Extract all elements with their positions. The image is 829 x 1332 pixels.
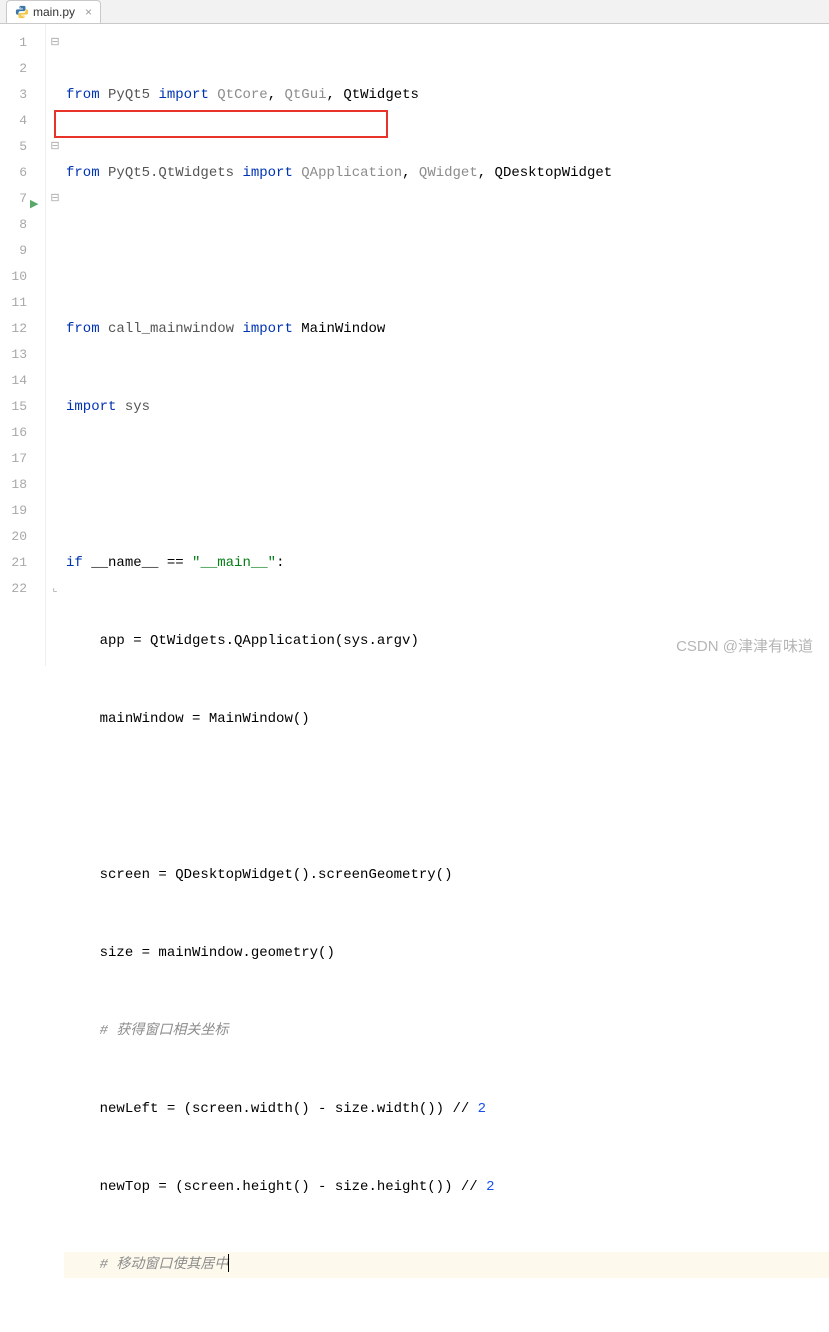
fold-column: ⊟ ⊟ ⊟ ⌞ [46, 24, 64, 666]
line-number: 17 [0, 446, 27, 472]
file-tab[interactable]: main.py × [6, 0, 101, 23]
code-line[interactable]: size = mainWindow.geometry() [64, 940, 829, 966]
code-line[interactable]: # 获得窗口相关坐标 [64, 1018, 829, 1044]
line-number: 18 [0, 472, 27, 498]
code-editor[interactable]: 1 2 3 4 5 6 7▶ 8 9 10 11 12 13 14 15 16 … [0, 24, 829, 666]
line-number: 15 [0, 394, 27, 420]
line-number: 5 [0, 134, 27, 160]
line-number: 19 [0, 498, 27, 524]
code-line[interactable]: screen = QDesktopWidget().screenGeometry… [64, 862, 829, 888]
line-number-gutter: 1 2 3 4 5 6 7▶ 8 9 10 11 12 13 14 15 16 … [0, 24, 46, 666]
code-area[interactable]: from PyQt5 import QtCore, QtGui, QtWidge… [64, 24, 829, 666]
line-number: 16 [0, 420, 27, 446]
fold-marker[interactable]: ⊟ [46, 134, 64, 160]
code-line[interactable]: from call_mainwindow import MainWindow [64, 316, 829, 342]
line-number: 6 [0, 160, 27, 186]
line-number: 2 [0, 56, 27, 82]
code-line[interactable]: if __name__ == "__main__": [64, 550, 829, 576]
tab-filename: main.py [33, 5, 75, 19]
python-file-icon [15, 5, 29, 19]
code-line-current[interactable]: # 移动窗口使其居中 [64, 1252, 829, 1278]
line-number: 14 [0, 368, 27, 394]
code-line[interactable] [64, 784, 829, 810]
code-line[interactable] [64, 238, 829, 264]
fold-end-marker[interactable]: ⌞ [46, 576, 64, 602]
fold-marker[interactable]: ⊟ [46, 30, 64, 56]
code-line[interactable]: newLeft = (screen.width() - size.width()… [64, 1096, 829, 1122]
code-line[interactable]: from PyQt5 import QtCore, QtGui, QtWidge… [64, 82, 829, 108]
code-line[interactable]: from PyQt5.QtWidgets import QApplication… [64, 160, 829, 186]
tab-bar: main.py × [0, 0, 829, 24]
code-line[interactable] [64, 472, 829, 498]
line-number: 9 [0, 238, 27, 264]
code-line[interactable]: mainWindow = MainWindow() [64, 706, 829, 732]
line-number: 4 [0, 108, 27, 134]
line-number: 21 [0, 550, 27, 576]
line-number: 11 [0, 290, 27, 316]
code-line[interactable]: newTop = (screen.height() - size.height(… [64, 1174, 829, 1200]
line-number: 13 [0, 342, 27, 368]
line-number: 1 [0, 30, 27, 56]
line-number: 10 [0, 264, 27, 290]
line-number: 12 [0, 316, 27, 342]
run-gutter-icon[interactable]: ▶ [30, 192, 38, 218]
line-number: 22 [0, 576, 27, 602]
line-number: 8 [0, 212, 27, 238]
line-number: 20 [0, 524, 27, 550]
text-caret [228, 1254, 229, 1272]
fold-marker[interactable]: ⊟ [46, 186, 64, 212]
code-line[interactable]: mainWindow.move(newLeft, newTop) [64, 1330, 829, 1332]
code-line[interactable]: app = QtWidgets.QApplication(sys.argv) [64, 628, 829, 654]
close-icon[interactable]: × [85, 5, 92, 19]
code-line[interactable]: import sys [64, 394, 829, 420]
line-number: 3 [0, 82, 27, 108]
line-number: 7▶ [0, 186, 27, 212]
